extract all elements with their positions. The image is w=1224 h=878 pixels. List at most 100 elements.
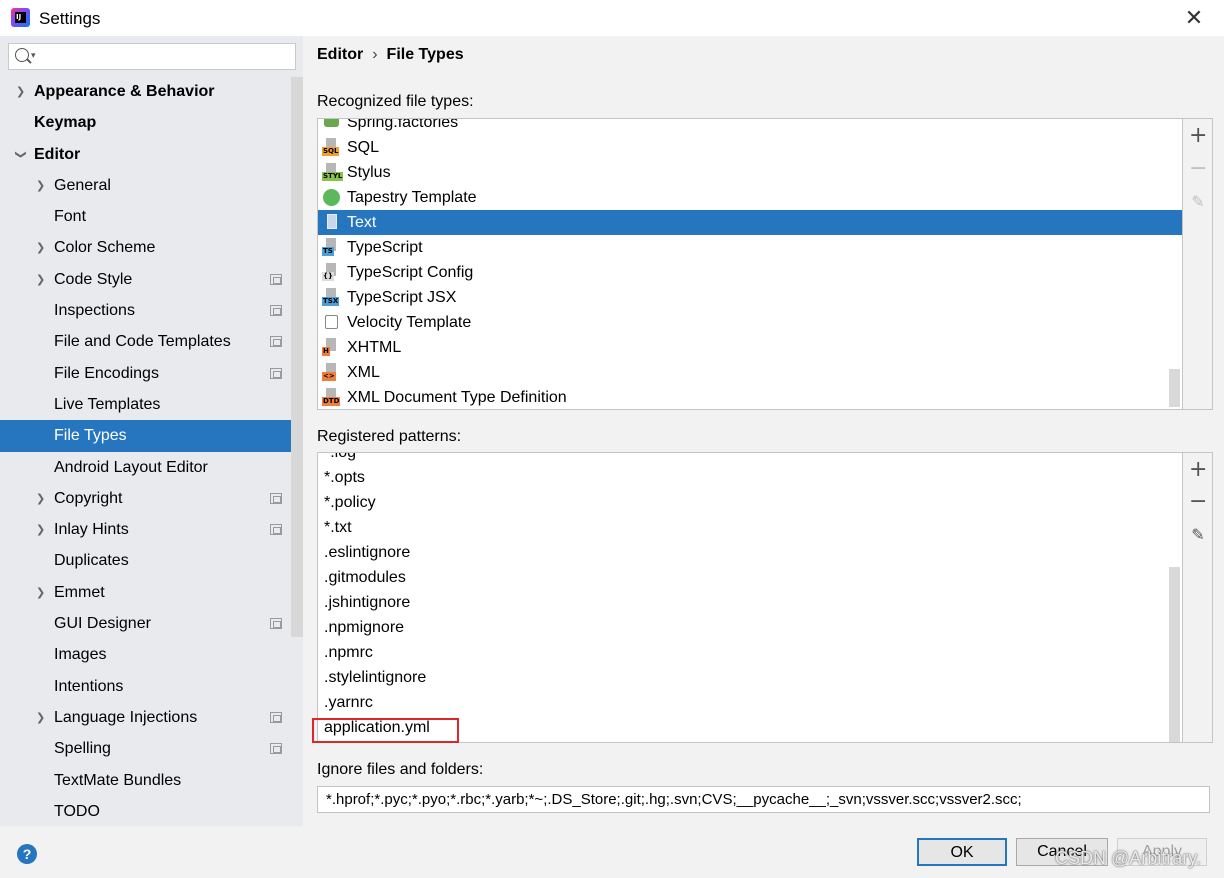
file-type-name: Tapestry Template bbox=[347, 189, 477, 206]
file-type-row[interactable]: TSX TypeScript JSX bbox=[318, 285, 1182, 310]
settings-tree: Appearance & Behavior Keymap Editor General… bbox=[0, 76, 303, 827]
sidebar-item-duplicates[interactable]: Duplicates bbox=[0, 545, 290, 576]
sidebar-item-spelling[interactable]: Spelling bbox=[0, 733, 290, 764]
chevron-right-icon[interactable] bbox=[36, 232, 46, 263]
sidebar-item-code-style[interactable]: Code Style bbox=[0, 264, 290, 295]
sidebar-item-editor[interactable]: Editor bbox=[0, 139, 290, 170]
recognized-list-scrollbar[interactable] bbox=[1169, 369, 1180, 407]
help-button[interactable]: ? bbox=[17, 844, 37, 864]
recognized-file-types-label: Recognized file types: bbox=[317, 93, 474, 110]
chevron-right-icon[interactable] bbox=[36, 702, 46, 733]
dtd-icon: DTD bbox=[322, 388, 341, 407]
sidebar-item-language-injections[interactable]: Language Injections bbox=[0, 702, 290, 733]
ok-button[interactable]: OK bbox=[917, 838, 1007, 866]
file-type-name: SQL bbox=[347, 139, 380, 156]
sidebar-item-intentions[interactable]: Intentions bbox=[0, 671, 290, 702]
sidebar-item-copyright[interactable]: Copyright bbox=[0, 483, 290, 514]
apply-button[interactable]: Apply bbox=[1117, 838, 1207, 866]
cancel-button[interactable]: Cancel bbox=[1016, 838, 1108, 866]
file-type-row[interactable]: H XHTML bbox=[318, 335, 1182, 360]
sidebar-item-images[interactable]: Images bbox=[0, 639, 290, 670]
patterns-list-scrollbar[interactable] bbox=[1169, 567, 1180, 742]
sidebar-item-inlay-hints[interactable]: Inlay Hints bbox=[0, 514, 290, 545]
typescript-config-icon: {} bbox=[322, 263, 341, 282]
add-pattern-button[interactable]: + bbox=[1189, 459, 1207, 481]
sidebar-item-textmate-bundles[interactable]: TextMate Bundles bbox=[0, 765, 290, 796]
sidebar-item-keymap[interactable]: Keymap bbox=[0, 107, 290, 138]
chevron-right-icon[interactable] bbox=[36, 514, 46, 545]
file-type-row[interactable]: SQL SQL bbox=[318, 135, 1182, 160]
file-type-row[interactable]: {} TypeScript Config bbox=[318, 260, 1182, 285]
close-button[interactable]: ✕ bbox=[1182, 6, 1206, 30]
dialog-footer: ? OK Cancel Apply CSDN @Arbitrary. bbox=[0, 826, 1224, 878]
chevron-down-icon[interactable] bbox=[16, 139, 26, 170]
sidebar-item-file-and-code-templates[interactable]: File and Code Templates bbox=[0, 326, 290, 357]
sidebar-item-inspections[interactable]: Inspections bbox=[0, 295, 290, 326]
ignore-files-input[interactable]: *.hprof;*.pyc;*.pyo;*.rbc;*.yarb;*~;.DS_… bbox=[317, 786, 1210, 813]
text-file-icon bbox=[322, 213, 341, 232]
search-history-dropdown-icon[interactable]: ▾ bbox=[31, 50, 36, 61]
project-scope-icon bbox=[270, 305, 282, 317]
edit-pattern-button[interactable]: ✎ bbox=[1189, 526, 1207, 544]
sidebar-item-gui-designer[interactable]: GUI Designer bbox=[0, 608, 290, 639]
pattern-row[interactable]: .npmignore bbox=[318, 615, 1182, 640]
file-type-row[interactable]: Tapestry Template bbox=[318, 185, 1182, 210]
sidebar-item-label: File Types bbox=[54, 427, 127, 445]
remove-file-type-button[interactable]: − bbox=[1189, 158, 1207, 180]
sidebar-item-label: Language Injections bbox=[54, 708, 198, 726]
pattern-row[interactable]: .yarnrc bbox=[318, 690, 1182, 715]
sidebar-item-file-types[interactable]: File Types bbox=[0, 420, 303, 452]
sidebar-item-general[interactable]: General bbox=[0, 170, 290, 201]
recognized-file-types-list[interactable]: Spring.factories SQL SQL STYL Stylus Tapestry… bbox=[317, 118, 1183, 410]
file-type-name: Stylus bbox=[347, 164, 391, 181]
pattern-row[interactable]: *.txt bbox=[318, 515, 1182, 540]
edit-file-type-button[interactable]: ✎ bbox=[1189, 193, 1207, 211]
file-type-row[interactable]: Text bbox=[318, 210, 1182, 235]
file-type-row[interactable]: <> XML bbox=[318, 360, 1182, 385]
file-type-row[interactable]: TS TypeScript bbox=[318, 235, 1182, 260]
pattern-row[interactable]: *.opts bbox=[318, 465, 1182, 490]
pattern-row[interactable]: *.policy bbox=[318, 490, 1182, 515]
file-type-row[interactable]: Velocity Template bbox=[318, 310, 1182, 335]
file-type-row[interactable]: Spring.factories bbox=[318, 118, 1182, 135]
sidebar-item-todo[interactable]: TODO bbox=[0, 796, 290, 827]
add-file-type-button[interactable]: + bbox=[1189, 125, 1207, 147]
intellij-app-icon: IJ bbox=[11, 8, 30, 27]
file-type-row[interactable]: DTD XML Document Type Definition bbox=[318, 385, 1182, 409]
file-type-name: Spring.factories bbox=[347, 118, 459, 131]
file-type-name: XML bbox=[347, 364, 380, 381]
sidebar-item-label: File Encodings bbox=[54, 364, 159, 382]
sidebar-item-color-scheme[interactable]: Color Scheme bbox=[0, 232, 290, 263]
sidebar-item-label: Spelling bbox=[54, 740, 111, 758]
settings-search-input[interactable]: ▾ bbox=[8, 43, 296, 70]
chevron-right-icon[interactable] bbox=[36, 577, 46, 608]
search-icon bbox=[15, 48, 29, 62]
project-scope-icon bbox=[270, 618, 282, 630]
sidebar-scrollbar[interactable] bbox=[291, 77, 303, 637]
sidebar-item-font[interactable]: Font bbox=[0, 201, 290, 232]
sidebar-item-label: GUI Designer bbox=[54, 615, 151, 633]
sidebar-item-android-layout-editor[interactable]: Android Layout Editor bbox=[0, 452, 290, 483]
chevron-right-icon[interactable] bbox=[36, 264, 46, 295]
pattern-row[interactable]: .stylelintignore bbox=[318, 665, 1182, 690]
chevron-right-icon[interactable] bbox=[16, 76, 26, 107]
pattern-row[interactable]: .gitmodules bbox=[318, 565, 1182, 590]
pattern-row[interactable]: *.log bbox=[318, 453, 1182, 465]
remove-pattern-button[interactable]: − bbox=[1189, 491, 1207, 513]
sidebar-item-appearance-behavior[interactable]: Appearance & Behavior bbox=[0, 76, 290, 107]
chevron-right-icon[interactable] bbox=[36, 170, 46, 201]
sidebar-item-live-templates[interactable]: Live Templates bbox=[0, 389, 290, 420]
sidebar-item-label: TODO bbox=[54, 802, 100, 820]
chevron-right-icon[interactable] bbox=[36, 483, 46, 514]
sidebar-item-label: TextMate Bundles bbox=[54, 771, 182, 789]
sidebar-item-emmet[interactable]: Emmet bbox=[0, 577, 290, 608]
breadcrumb-parent[interactable]: Editor bbox=[317, 46, 363, 63]
sidebar-item-label: Duplicates bbox=[54, 552, 129, 570]
pattern-row[interactable]: .jshintignore bbox=[318, 590, 1182, 615]
pattern-row[interactable]: .eslintignore bbox=[318, 540, 1182, 565]
sidebar-item-file-encodings[interactable]: File Encodings bbox=[0, 358, 290, 389]
file-type-row[interactable]: STYL Stylus bbox=[318, 160, 1182, 185]
registered-patterns-list[interactable]: *.log *.opts *.policy *.txt .eslintignore .gi… bbox=[317, 452, 1183, 743]
typescript-jsx-icon: TSX bbox=[322, 288, 341, 307]
pattern-row[interactable]: .npmrc bbox=[318, 640, 1182, 665]
